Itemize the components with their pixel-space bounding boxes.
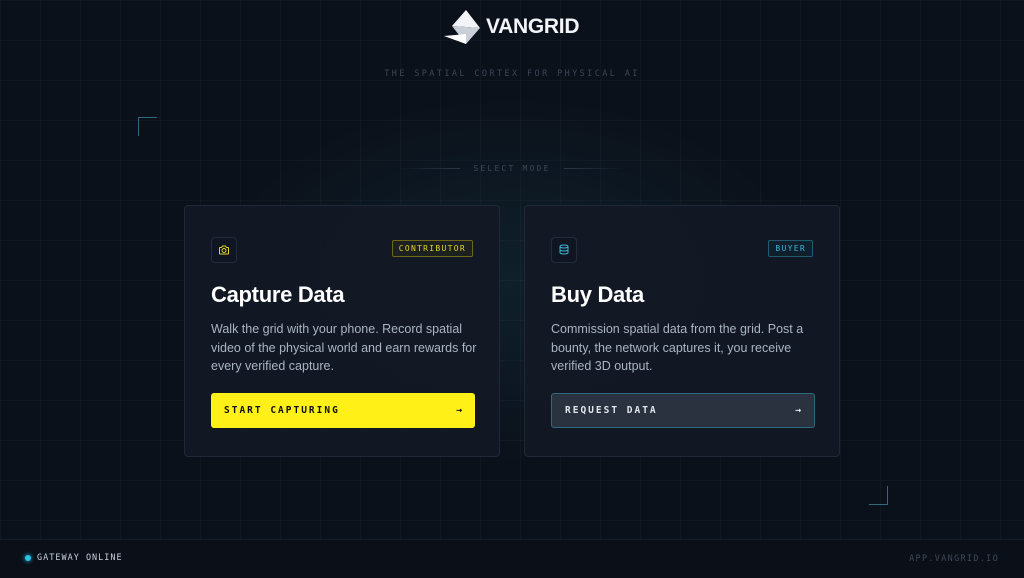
buy-card-description: Commission spatial data from the grid. P… bbox=[551, 322, 804, 373]
request-data-label: REQUEST DATA bbox=[565, 405, 658, 416]
capture-icon-box bbox=[211, 237, 237, 263]
start-capturing-label: START CAPTURING bbox=[224, 405, 340, 416]
contributor-card: CONTRIBUTOR Capture Data Walk the grid w… bbox=[184, 205, 500, 457]
start-capturing-button[interactable]: START CAPTURING → bbox=[211, 393, 475, 428]
corner-bracket-top-left bbox=[138, 117, 157, 136]
brand-logo[interactable]: VANGRID bbox=[444, 8, 579, 46]
arrow-right-icon: → bbox=[794, 405, 801, 416]
footer-bar: GATEWAY ONLINE APP.VANGRID.IO bbox=[0, 539, 1024, 578]
buyer-card: BUYER Buy Data Commission spatial data f… bbox=[524, 205, 840, 457]
gateway-status: GATEWAY ONLINE bbox=[25, 553, 123, 563]
app-url-link[interactable]: APP.VANGRID.IO bbox=[909, 554, 999, 564]
brand-name: VANGRID bbox=[486, 15, 580, 38]
landing-page: VANGRID THE SPATIAL CORTEX FOR PHYSICAL … bbox=[0, 0, 1024, 578]
contributor-badge: CONTRIBUTOR bbox=[391, 240, 473, 257]
capture-card-title: Capture Data bbox=[211, 282, 345, 307]
brand-tagline: THE SPATIAL CORTEX FOR PHYSICAL AI bbox=[384, 69, 640, 79]
select-mode-label: SELECT MODE bbox=[473, 164, 551, 173]
corner-bracket-bottom-right bbox=[869, 486, 888, 505]
camera-icon bbox=[219, 245, 229, 255]
buy-icon-box bbox=[551, 237, 577, 263]
buyer-badge: BUYER bbox=[768, 240, 813, 257]
database-icon bbox=[559, 244, 569, 255]
arrow-right-icon: → bbox=[455, 405, 462, 416]
gateway-status-text: GATEWAY ONLINE bbox=[37, 553, 123, 563]
status-dot-icon bbox=[25, 555, 31, 561]
request-data-button[interactable]: REQUEST DATA → bbox=[551, 393, 815, 428]
paper-plane-wedge-icon bbox=[444, 10, 480, 44]
select-mode-divider-right bbox=[564, 168, 624, 169]
buy-card-title: Buy Data bbox=[551, 282, 644, 307]
capture-card-description: Walk the grid with your phone. Record sp… bbox=[211, 322, 477, 373]
